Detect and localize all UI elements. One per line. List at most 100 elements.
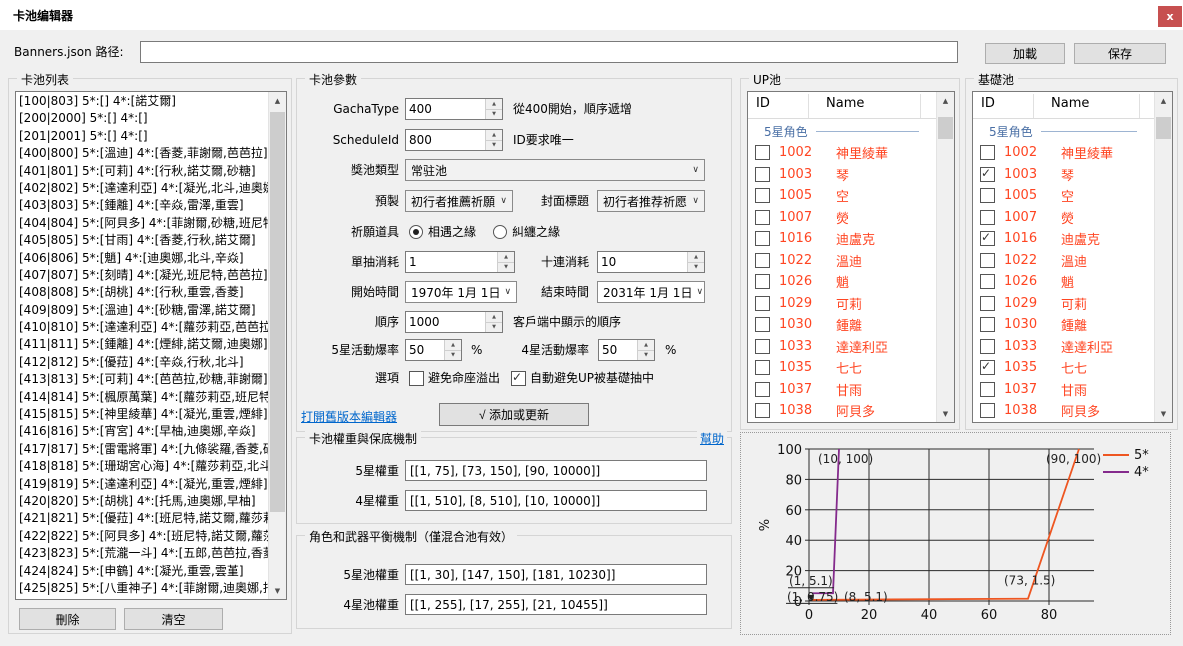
pool-row[interactable]: 1035七七 [748, 357, 937, 379]
list-item[interactable]: [200|2000] 5*:[] 4*:[] [16, 110, 269, 127]
pool-row[interactable]: 1007熒 [973, 207, 1155, 229]
spin-up-icon[interactable]: ▲ [486, 130, 502, 141]
row-checkbox[interactable] [755, 317, 770, 332]
pool-row[interactable]: 1022溫迪 [973, 250, 1155, 272]
spin-up-icon[interactable]: ▲ [486, 99, 502, 110]
order-input[interactable] [406, 312, 485, 332]
list-item[interactable]: [400|800] 5*:[溫迪] 4*:[香菱,菲謝爾,芭芭拉] [16, 145, 269, 162]
scroll-up-icon[interactable]: ▲ [1155, 92, 1172, 109]
list-item[interactable]: [423|823] 5*:[荒瀧一斗] 4*:[五郎,芭芭拉,香菱] [16, 545, 269, 562]
list-item[interactable]: [424|824] 5*:[申鶴] 4*:[凝光,重雲,雲堇] [16, 563, 269, 580]
row-checkbox[interactable] [980, 403, 995, 418]
scroll-up-icon[interactable]: ▲ [937, 92, 954, 109]
list-item[interactable]: [411|811] 5*:[鍾離] 4*:[煙緋,諾艾爾,迪奧娜] [16, 336, 269, 353]
gachatype-input[interactable] [406, 99, 485, 119]
scroll-down-icon[interactable]: ▼ [937, 405, 954, 422]
row-checkbox[interactable] [755, 210, 770, 225]
row-checkbox[interactable] [980, 188, 995, 203]
rate5-input[interactable] [406, 340, 444, 360]
list-item[interactable]: [422|822] 5*:[阿貝多] 4*:[班尼特,諾艾爾,蘿莎莉亞] [16, 528, 269, 545]
spin-down-icon[interactable]: ▼ [688, 263, 704, 273]
open-old-editor-link[interactable]: 打開舊版本編輯器 [301, 408, 397, 425]
row-checkbox[interactable] [980, 317, 995, 332]
list-item[interactable]: [201|2001] 5*:[] 4*:[] [16, 128, 269, 145]
list-item[interactable]: [408|808] 5*:[胡桃] 4*:[行秋,重雲,香菱] [16, 284, 269, 301]
pool-row[interactable]: 1003琴 [748, 164, 937, 186]
pool-row[interactable]: 1005空 [748, 185, 937, 207]
row-checkbox[interactable] [755, 253, 770, 268]
list-item[interactable]: [406|806] 5*:[魈] 4*:[迪奧娜,北斗,辛焱] [16, 250, 269, 267]
row-checkbox[interactable] [980, 360, 995, 375]
list-item[interactable]: [415|815] 5*:[神里綾華] 4*:[凝光,重雲,煙緋] [16, 406, 269, 423]
pool-row[interactable]: 1030鍾離 [973, 314, 1155, 336]
pool-weight5-input[interactable] [405, 564, 707, 585]
pool-weight4-input[interactable] [405, 594, 707, 615]
pool-row[interactable]: 1002神里綾華 [748, 142, 937, 164]
spin-down-icon[interactable]: ▼ [445, 351, 461, 361]
list-item[interactable]: [403|803] 5*:[鍾離] 4*:[辛焱,雷澤,重雲] [16, 197, 269, 214]
row-checkbox[interactable] [755, 360, 770, 375]
pool-row[interactable]: 1033達達利亞 [973, 336, 1155, 358]
pool-row[interactable]: 1033達達利亞 [748, 336, 937, 358]
spin-down-icon[interactable]: ▼ [486, 110, 502, 120]
list-item[interactable]: [405|805] 5*:[甘雨] 4*:[香菱,行秋,諾艾爾] [16, 232, 269, 249]
row-checkbox[interactable] [755, 274, 770, 289]
single-cost-input[interactable] [406, 252, 497, 272]
pool-row[interactable]: 1007熒 [748, 207, 937, 229]
pool-row[interactable]: 1029可莉 [973, 293, 1155, 315]
spin-up-icon[interactable]: ▲ [445, 340, 461, 351]
pool-row[interactable]: 1022溫迪 [748, 250, 937, 272]
scroll-thumb[interactable] [1156, 117, 1171, 139]
scroll-up-icon[interactable]: ▲ [269, 92, 286, 109]
list-item[interactable]: [407|807] 5*:[刻晴] 4*:[凝光,班尼特,芭芭拉] [16, 267, 269, 284]
list-item[interactable]: [409|809] 5*:[溫迪] 4*:[砂糖,雷澤,諾艾爾] [16, 302, 269, 319]
scheduleid-spinner[interactable]: ▲▼ [405, 129, 503, 151]
list-item[interactable]: [421|821] 5*:[優菈] 4*:[班尼特,諾艾爾,蘿莎莉亞] [16, 510, 269, 527]
help-link[interactable]: 幫助 [697, 430, 727, 447]
close-button[interactable]: x [1158, 6, 1182, 27]
pool-row[interactable]: 1030鍾離 [748, 314, 937, 336]
ten-cost-input[interactable] [598, 252, 687, 272]
pool-row[interactable]: 1016迪盧克 [973, 228, 1155, 250]
row-checkbox[interactable] [980, 167, 995, 182]
save-button[interactable]: 保存 [1074, 43, 1166, 64]
row-checkbox[interactable] [755, 382, 770, 397]
radio-intertwined-fate[interactable] [493, 225, 507, 239]
pool-row[interactable]: 1029可莉 [748, 293, 937, 315]
add-or-update-button[interactable]: √ 添加或更新 [439, 403, 589, 426]
list-item[interactable]: [402|802] 5*:[達達利亞] 4*:[凝光,北斗,迪奧娜] [16, 180, 269, 197]
scheduleid-input[interactable] [406, 130, 485, 150]
row-checkbox[interactable] [980, 210, 995, 225]
up-pool-scrollbar[interactable]: ▲ ▼ [936, 92, 954, 422]
checkbox-avoid-constellation-overflow[interactable] [409, 371, 424, 386]
gachatype-spinner[interactable]: ▲▼ [405, 98, 503, 120]
pool-row[interactable]: 1003琴 [973, 164, 1155, 186]
row-checkbox[interactable] [755, 145, 770, 160]
row-checkbox[interactable] [755, 231, 770, 246]
weight4-input[interactable] [405, 490, 707, 511]
pool-listbox[interactable]: [100|803] 5*:[] 4*:[諾艾爾][200|2000] 5*:[]… [15, 91, 287, 600]
ten-cost-spinner[interactable]: ▲▼ [597, 251, 705, 273]
order-spinner[interactable]: ▲▼ [405, 311, 503, 333]
list-item[interactable]: [100|803] 5*:[] 4*:[諾艾爾] [16, 93, 269, 110]
spin-up-icon[interactable]: ▲ [638, 340, 654, 351]
list-item[interactable]: [414|814] 5*:[楓原萬葉] 4*:[蘿莎莉亞,班尼特,雷澤] [16, 389, 269, 406]
list-item[interactable]: [416|816] 5*:[宵宮] 4*:[早柚,迪奧娜,辛焱] [16, 423, 269, 440]
row-checkbox[interactable] [980, 253, 995, 268]
scroll-thumb[interactable] [938, 117, 953, 139]
list-item[interactable]: [417|817] 5*:[雷電將軍] 4*:[九條裟羅,香菱,砂糖] [16, 441, 269, 458]
list-item[interactable]: [418|818] 5*:[珊瑚宮心海] 4*:[蘿莎莉亞,北斗,行秋] [16, 458, 269, 475]
list-item[interactable]: [410|810] 5*:[達達利亞] 4*:[蘿莎莉亞,芭芭拉,菲謝爾] [16, 319, 269, 336]
list-item[interactable]: [412|812] 5*:[優菈] 4*:[辛焱,行秋,北斗] [16, 354, 269, 371]
pool-type-combo[interactable]: 常驻池 ∨ [405, 159, 705, 181]
checkbox-avoid-up-in-base[interactable] [511, 371, 526, 386]
pool-row[interactable]: 1038阿貝多 [973, 400, 1155, 422]
row-checkbox[interactable] [980, 339, 995, 354]
row-checkbox[interactable] [980, 274, 995, 289]
pool-row[interactable]: 1038阿貝多 [748, 400, 937, 422]
scroll-thumb[interactable] [270, 112, 285, 512]
spin-down-icon[interactable]: ▼ [486, 323, 502, 333]
banners-path-input[interactable] [140, 41, 958, 63]
delete-button[interactable]: 刪除 [19, 608, 116, 630]
list-item[interactable]: [425|825] 5*:[八重神子] 4*:[菲謝爾,迪奧娜,托馬] [16, 580, 269, 597]
